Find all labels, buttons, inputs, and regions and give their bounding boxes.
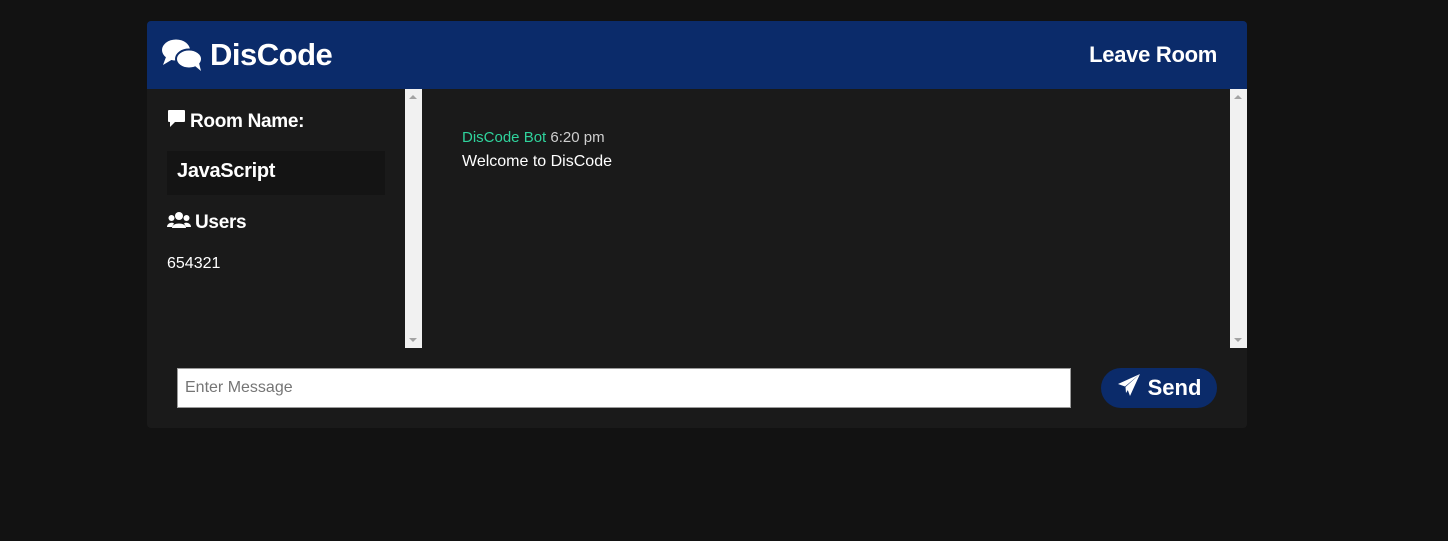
send-label: Send xyxy=(1147,375,1202,400)
room-name: JavaScript xyxy=(167,151,385,195)
room-name-heading: Room Name: xyxy=(167,109,405,134)
messages-scrollbar[interactable] xyxy=(1230,89,1247,348)
chat-header: DisCode Leave Room xyxy=(147,21,1247,89)
send-button[interactable]: Send xyxy=(1101,368,1217,408)
sidebar-scrollbar[interactable] xyxy=(405,89,422,348)
brand: DisCode xyxy=(161,37,333,73)
message-composer: Send xyxy=(147,348,1247,428)
message-author: DisCode Bot xyxy=(462,129,547,146)
paper-plane-icon xyxy=(1117,373,1148,403)
chat-messages: DisCode Bot 6:20 pm Welcome to DisCode xyxy=(422,89,1230,348)
users-heading: Users xyxy=(167,211,405,235)
message: DisCode Bot 6:20 pm Welcome to DisCode xyxy=(462,129,1230,171)
chat-container: DisCode Leave Room Room Name: JavaScript xyxy=(147,21,1247,428)
message-meta: DisCode Bot 6:20 pm xyxy=(462,129,1230,146)
message-text: Welcome to DisCode xyxy=(462,153,612,170)
scroll-down-arrow-icon[interactable] xyxy=(1234,338,1242,342)
comments-icon xyxy=(161,38,203,72)
scroll-down-arrow-icon[interactable] xyxy=(409,338,417,342)
user-list-item: 654321 xyxy=(167,255,221,272)
app-title: DisCode xyxy=(210,37,333,72)
message-input[interactable] xyxy=(177,368,1071,408)
room-name-label: Room Name: xyxy=(190,110,305,132)
users-icon xyxy=(167,211,195,235)
comment-icon xyxy=(167,109,190,134)
scroll-up-arrow-icon[interactable] xyxy=(409,95,417,99)
users-label: Users xyxy=(195,212,247,233)
sidebar: Room Name: JavaScript Users 654321 xyxy=(147,89,405,348)
leave-room-button[interactable]: Leave Room xyxy=(1089,42,1217,68)
scroll-up-arrow-icon[interactable] xyxy=(1234,95,1242,99)
message-time: 6:20 pm xyxy=(550,129,605,146)
